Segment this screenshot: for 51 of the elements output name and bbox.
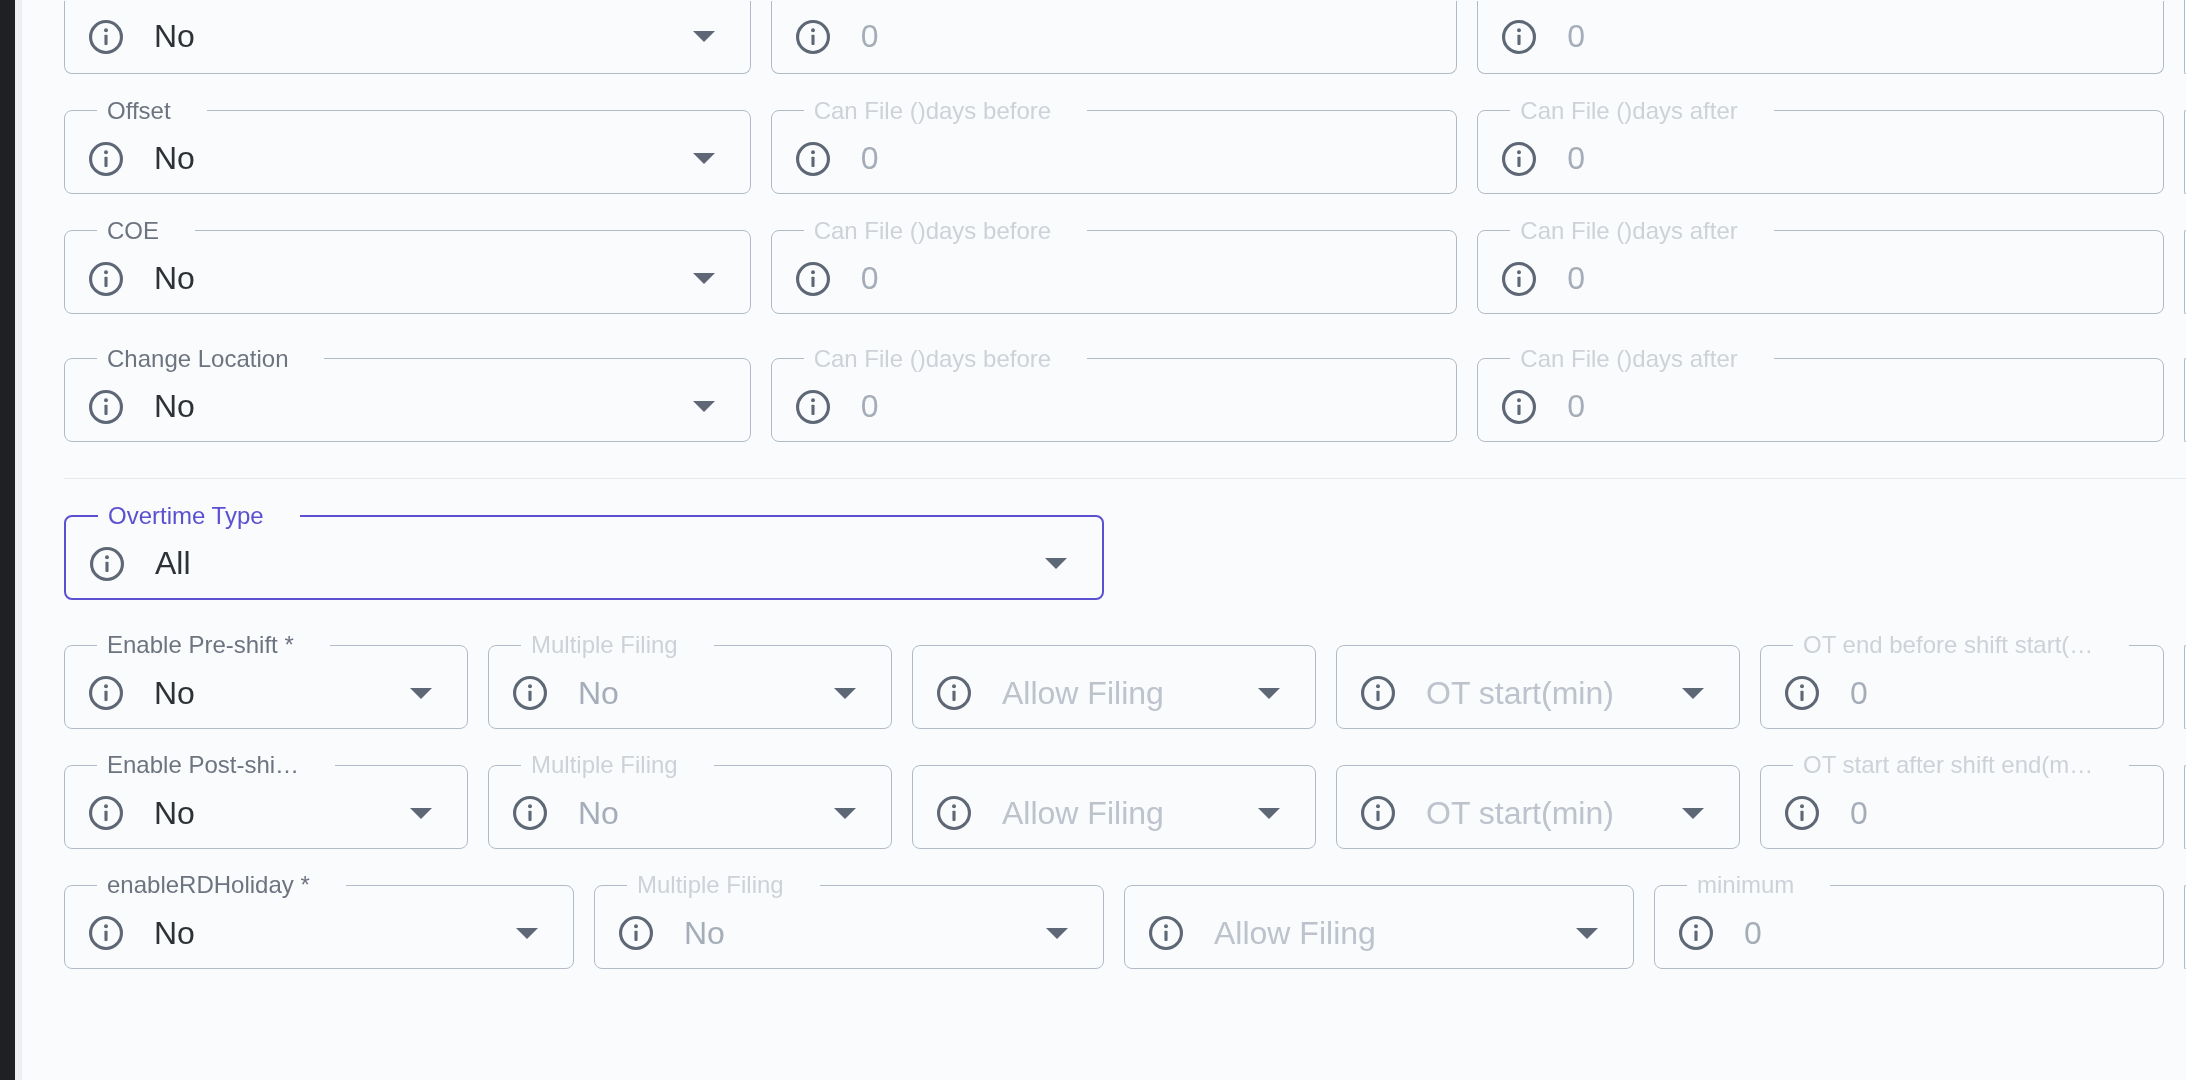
info-icon [1502,389,1537,424]
field-label: Offset [107,96,171,124]
info-icon [1502,261,1537,296]
info-icon [795,389,830,424]
caret-icon [1046,927,1068,939]
field-label: Enable Post-shi… [107,751,300,778]
info-icon [1149,916,1183,951]
info-icon [1502,19,1537,54]
caret-icon [1576,927,1598,939]
info-icon [89,261,123,296]
field-label: Overtime Type [108,501,264,529]
info-icon [619,916,653,951]
caret-icon [1258,687,1280,699]
field-label: Enable Pre-shift * [107,631,294,658]
info-icon [795,261,830,296]
dropdown-field[interactable]: No [64,0,751,74]
info-icon [513,796,547,831]
field-label: enableRDHoliday * [107,871,310,898]
info-icon [89,916,123,951]
caret-icon [1045,558,1067,570]
info-icon [1502,141,1537,176]
info-icon [90,546,124,581]
caret-icon [834,687,856,699]
caret-icon [692,153,715,165]
field-label: COE [107,216,159,244]
info-icon [1361,676,1395,711]
caret-icon [834,807,856,819]
caret-icon [410,807,432,819]
field-label: Change Location [107,344,289,372]
caret-icon [1258,807,1280,819]
caret-icon [692,401,715,413]
caret-icon [692,273,715,285]
info-icon [937,796,971,831]
info-icon [937,676,971,711]
info-icon [89,796,123,831]
info-icon [1785,676,1819,711]
info-icon [1361,796,1395,831]
caret-icon [516,927,538,939]
info-icon [89,676,123,711]
info-icon [89,141,123,176]
caret-icon [1682,687,1704,699]
caret-icon [1682,807,1704,819]
caret-icon [692,31,715,43]
info-icon [513,676,547,711]
info-icon [1785,796,1819,831]
info-icon [1679,916,1713,951]
info-icon [795,19,830,54]
info-icon [89,389,123,424]
info-icon [89,19,123,54]
info-icon [795,141,830,176]
caret-icon [410,687,432,699]
